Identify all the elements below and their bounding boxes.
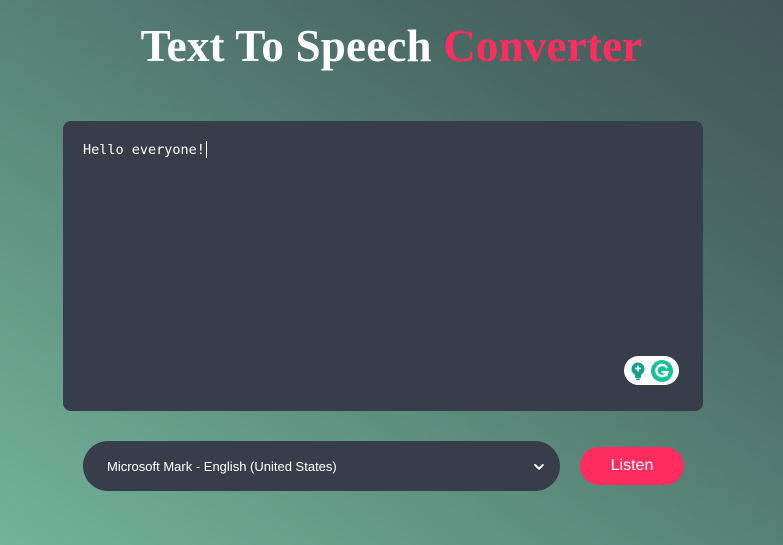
bulb-icon[interactable]	[629, 361, 647, 381]
grammarly-logo-icon[interactable]	[650, 359, 674, 383]
text-input-value: Hello everyone!	[83, 142, 205, 158]
text-cursor	[205, 141, 207, 158]
voice-select-value: Microsoft Mark - English (United States)	[107, 458, 337, 474]
title-accent: Converter	[443, 21, 643, 71]
text-input[interactable]: Hello everyone!	[83, 141, 207, 159]
grammarly-widget[interactable]	[624, 356, 679, 385]
listen-button[interactable]: Listen	[580, 447, 684, 485]
title-main: Text To Speech	[140, 21, 432, 71]
text-input-area[interactable]: Hello everyone!	[63, 121, 703, 411]
page-title: Text To Speech Converter	[0, 19, 783, 73]
voice-select[interactable]: Microsoft Mark - English (United States)	[83, 441, 560, 491]
chevron-down-icon	[534, 459, 544, 474]
